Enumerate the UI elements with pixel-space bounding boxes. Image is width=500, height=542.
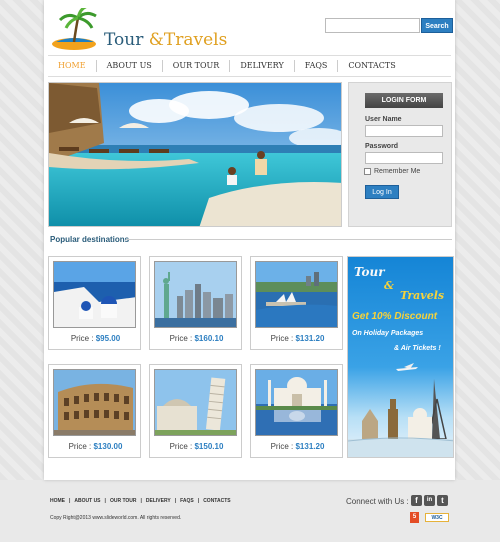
resort-pool-image [49,83,341,226]
destination-card[interactable]: Price : $95.00 [48,256,141,350]
hero-banner [48,82,342,227]
card-price: Price : $95.00 [70,334,121,343]
footer-link-delivery[interactable]: DELIVERY [146,498,171,504]
login-title: LOGIN FORM [365,93,443,108]
login-button[interactable]: Log In [365,185,399,199]
destination-card[interactable]: Price : $150.10 [149,364,242,458]
palm-tree-icon [52,4,97,50]
new-york-image [154,261,237,328]
login-form: LOGIN FORM User Name Password Remember M… [348,82,452,227]
taj-mahal-image [255,369,338,436]
main-container: Tour &Travels Search HOME ABOUT US OUR T… [44,0,455,480]
promo-line2: & Air Tickets ! [394,345,441,352]
pisa-image [154,369,237,436]
promo-line1: On Holiday Packages [352,330,424,337]
html5-badge-icon: 5 [410,512,419,523]
tumblr-icon[interactable]: t [437,495,448,506]
main-nav: HOME ABOUT US OUR TOUR DELIVERY FAQS CON… [48,55,451,77]
colosseum-image [53,369,136,436]
footer-link-about-us[interactable]: ABOUT US [74,498,100,504]
remember-label: Remember Me [374,168,421,175]
promo-amp-text: & [384,279,394,292]
destination-card[interactable]: Price : $160.10 [149,256,242,350]
facebook-icon[interactable]: f [411,495,422,506]
nav-item-contacts[interactable]: CONTACTS [338,60,405,72]
password-label: Password [365,143,399,150]
promo-tour-text: Tour [354,265,385,279]
search-input[interactable] [325,18,420,33]
footer-link-home[interactable]: HOME [50,498,65,504]
nav-item-our-tour[interactable]: OUR TOUR [163,60,231,72]
destination-card[interactable]: Price : $131.20 [250,364,343,458]
password-input[interactable] [365,152,443,164]
footer-nav: HOME | ABOUT US | OUR TOUR | DELIVERY | FAQS… [50,498,231,504]
w3c-badge-icon: W3C [425,513,449,522]
copyright-text: Copy Right@2013 www.slideworld.com. All … [50,515,182,521]
brand-name: Tour &Travels [104,30,228,50]
landmarks-illustration [348,363,453,457]
card-price: Price : $160.10 [169,334,224,343]
promo-travels-text: Travels [400,289,445,302]
nav-item-faqs[interactable]: FAQS [295,60,339,72]
destination-card[interactable]: Price : $131.20 [250,256,343,350]
username-input[interactable] [365,125,443,137]
section-title: Popular destinations [50,235,130,244]
destination-card[interactable]: Price : $130.00 [48,364,141,458]
section-divider [126,239,452,240]
card-price: Price : $131.20 [270,334,325,343]
promo-banner[interactable]: Tour & Travels Get 10% Discount On Holid… [347,256,454,458]
logo[interactable]: Tour &Travels [50,4,227,50]
card-price: Price : $130.00 [68,442,123,451]
username-label: User Name [365,116,402,123]
nav-item-home[interactable]: HOME [48,60,97,72]
remember-me[interactable]: Remember Me [364,168,420,175]
footer-link-our-tour[interactable]: OUR TOUR [110,498,137,504]
connect-label: Connect with Us : [346,497,409,506]
linkedin-icon[interactable]: in [424,495,435,506]
search-button[interactable]: Search [421,18,453,33]
sydney-image [255,261,338,328]
nav-item-delivery[interactable]: DELIVERY [230,60,295,72]
promo-discount: Get 10% Discount [352,311,438,322]
remember-checkbox[interactable] [364,168,371,175]
card-price: Price : $150.10 [169,442,224,451]
santorini-image [53,261,136,328]
footer-link-contacts[interactable]: CONTACTS [203,498,230,504]
footer-link-faqs[interactable]: FAQS [180,498,194,504]
card-price: Price : $131.20 [270,442,325,451]
nav-item-about-us[interactable]: ABOUT US [97,60,163,72]
